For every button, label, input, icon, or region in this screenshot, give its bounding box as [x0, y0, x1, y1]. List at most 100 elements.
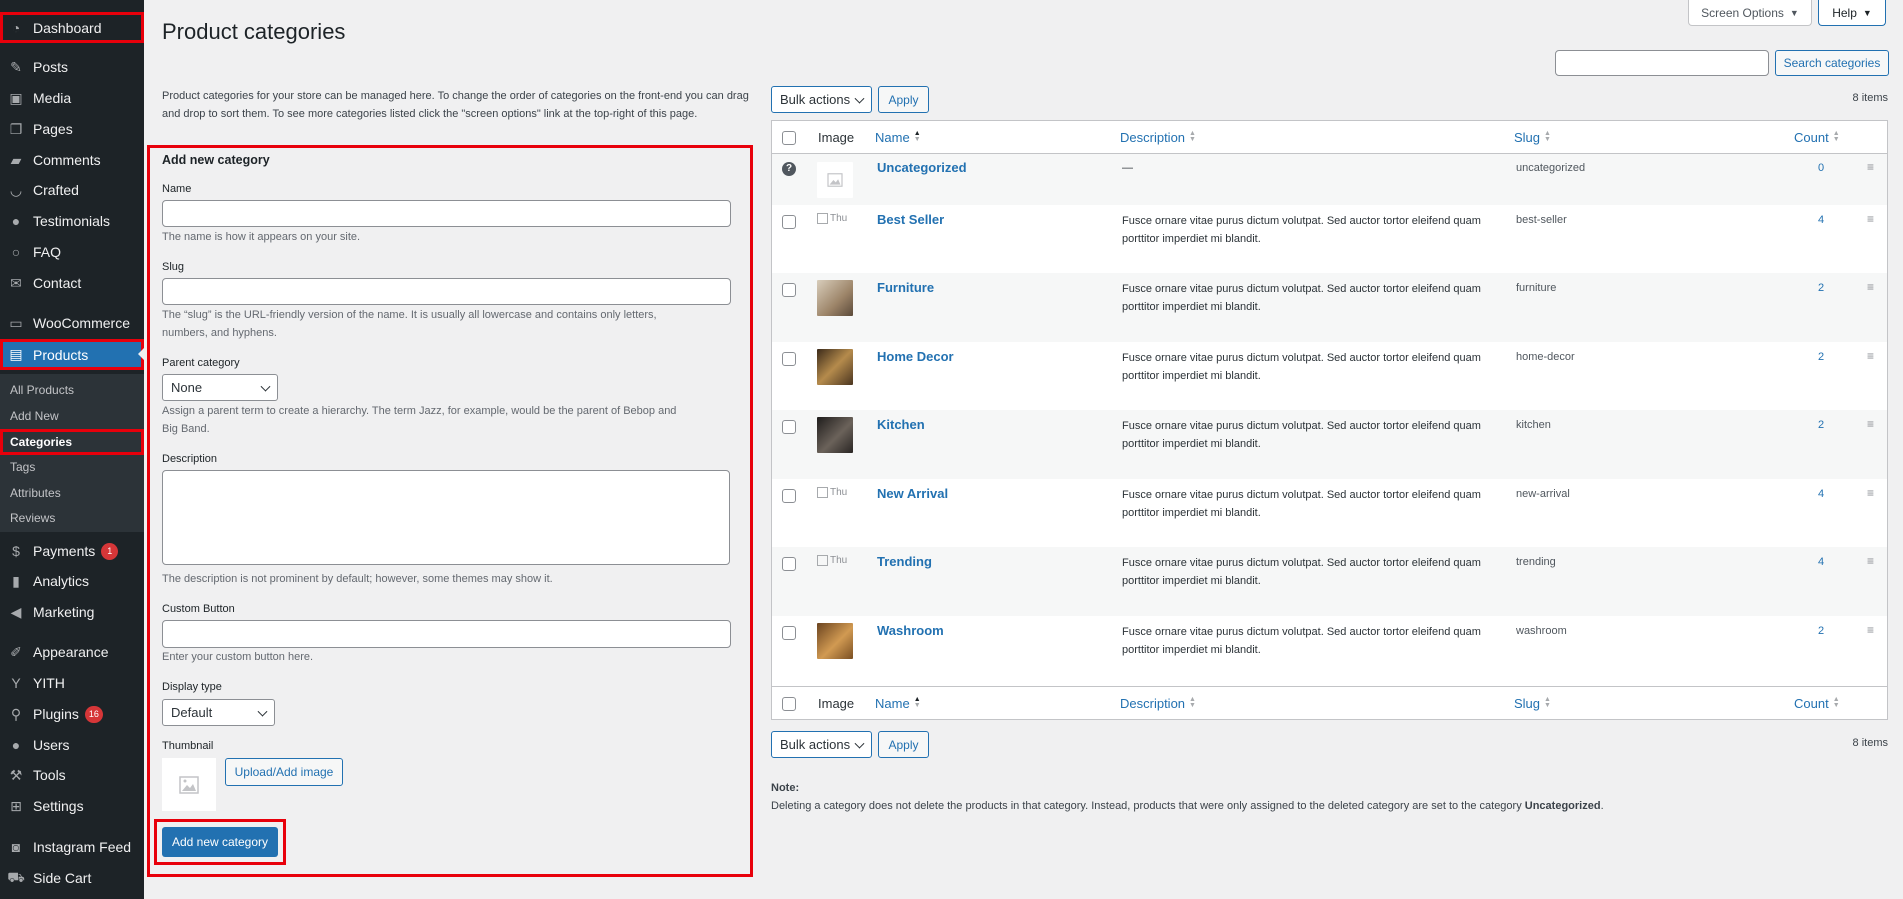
- drag-handle-icon[interactable]: ≡: [1867, 212, 1877, 226]
- menu-woocommerce[interactable]: ▭ WooCommerce: [0, 308, 144, 338]
- category-name-link[interactable]: New Arrival: [877, 486, 948, 501]
- submenu-tags[interactable]: Tags: [0, 455, 144, 479]
- submenu-attributes[interactable]: Attributes: [0, 481, 144, 505]
- menu-testimonials[interactable]: ● Testimonials: [0, 206, 144, 236]
- column-description-footer[interactable]: Description ▲ ▼: [1120, 694, 1196, 712]
- drag-handle-icon[interactable]: ≡: [1867, 417, 1877, 431]
- category-count-link[interactable]: 0: [1818, 162, 1824, 174]
- column-description-header[interactable]: Description ▲ ▼: [1120, 128, 1196, 146]
- select-all-checkbox[interactable]: [782, 131, 796, 145]
- column-count-header[interactable]: Count ▲ ▼: [1794, 128, 1840, 146]
- custom-button-input[interactable]: [162, 620, 731, 648]
- name-input[interactable]: [162, 200, 731, 227]
- category-count-link[interactable]: 4: [1818, 214, 1824, 226]
- category-count-link[interactable]: 4: [1818, 556, 1824, 568]
- crafted-icon: ◡: [9, 181, 23, 198]
- category-slug: furniture: [1516, 282, 1557, 294]
- menu-instagram-feed[interactable]: ◙ Instagram Feed: [0, 832, 144, 862]
- search-categories-button[interactable]: Search categories: [1775, 50, 1889, 76]
- row-checkbox[interactable]: [782, 352, 796, 366]
- menu-tools[interactable]: ⚒ Tools: [0, 760, 144, 790]
- woo-icon: ▭: [9, 314, 23, 331]
- slug-input[interactable]: [162, 278, 731, 305]
- slug-help-line-2: numbers, and hyphens.: [162, 327, 277, 339]
- menu-posts[interactable]: ✎ Posts: [0, 52, 144, 82]
- parent-category-select[interactable]: None: [162, 374, 278, 401]
- bulk-actions-select-top[interactable]: Bulk actions: [771, 86, 872, 113]
- category-count-link[interactable]: 2: [1818, 625, 1824, 637]
- menu-faq[interactable]: ○ FAQ: [0, 237, 144, 267]
- menu-media[interactable]: ▣ Media: [0, 83, 144, 113]
- category-name-link[interactable]: Best Seller: [877, 212, 944, 227]
- menu-users[interactable]: ● Users: [0, 730, 144, 760]
- row-checkbox[interactable]: [782, 283, 796, 297]
- description-textarea[interactable]: [162, 470, 730, 565]
- submenu-categories[interactable]: Categories: [0, 429, 144, 455]
- column-slug-footer[interactable]: Slug ▲ ▼: [1514, 694, 1551, 712]
- category-count-link[interactable]: 2: [1818, 351, 1824, 363]
- column-name-header[interactable]: Name ▲ ▼: [875, 128, 921, 146]
- upload-image-button[interactable]: Upload/Add image: [225, 758, 343, 786]
- category-name-link[interactable]: Furniture: [877, 280, 934, 295]
- menu-settings[interactable]: ⊞ Settings: [0, 791, 144, 821]
- category-name-link[interactable]: Home Decor: [877, 349, 954, 364]
- menu-products[interactable]: ▤ Products: [0, 339, 144, 370]
- cart-icon: ⛟: [7, 868, 25, 885]
- row-checkbox[interactable]: [782, 489, 796, 503]
- drag-handle-icon[interactable]: ≡: [1867, 554, 1877, 568]
- column-slug-header[interactable]: Slug ▲ ▼: [1514, 128, 1551, 146]
- menu-yith[interactable]: Y YITH: [0, 668, 144, 698]
- menu-comments[interactable]: ▰ Comments: [0, 145, 144, 175]
- search-input[interactable]: [1555, 50, 1769, 76]
- thumbnail-preview: [162, 758, 216, 811]
- category-count-link[interactable]: 2: [1818, 419, 1824, 431]
- bulk-actions-select-bottom[interactable]: Bulk actions: [771, 731, 872, 758]
- menu-side-cart[interactable]: ⛟ Side Cart: [0, 863, 144, 893]
- menu-contact[interactable]: ✉ Contact: [0, 268, 144, 298]
- display-type-select[interactable]: Default: [162, 699, 275, 726]
- select-all-checkbox-footer[interactable]: [782, 697, 796, 711]
- category-count-link[interactable]: 2: [1818, 282, 1824, 294]
- column-count-footer[interactable]: Count ▲ ▼: [1794, 694, 1840, 712]
- category-thumbnail: [817, 623, 853, 659]
- menu-payments[interactable]: $ Payments 1: [0, 536, 144, 566]
- submenu-all-products[interactable]: All Products: [0, 378, 144, 402]
- category-name-link[interactable]: Trending: [877, 554, 932, 569]
- row-checkbox[interactable]: [782, 215, 796, 229]
- screen-options-tab[interactable]: Screen Options ▼: [1688, 0, 1812, 26]
- drag-handle-icon[interactable]: ≡: [1867, 280, 1877, 294]
- row-checkbox[interactable]: [782, 420, 796, 434]
- row-checkbox[interactable]: [782, 626, 796, 640]
- add-new-category-button[interactable]: Add new category: [162, 827, 278, 857]
- apply-button-top[interactable]: Apply: [878, 86, 929, 113]
- user-icon: ●: [11, 213, 21, 229]
- menu-appearance[interactable]: ✐ Appearance: [0, 637, 144, 667]
- drag-handle-icon[interactable]: ≡: [1867, 349, 1877, 363]
- help-tab[interactable]: Help ▼: [1818, 0, 1886, 26]
- dollar-icon: $: [12, 543, 20, 559]
- category-count-link[interactable]: 4: [1818, 488, 1824, 500]
- category-name-link[interactable]: Uncategorized: [877, 160, 967, 175]
- category-name-link[interactable]: Washroom: [877, 623, 944, 638]
- current-menu-arrow: [138, 348, 144, 360]
- drag-handle-icon[interactable]: ≡: [1867, 623, 1877, 637]
- column-name-footer[interactable]: Name ▲ ▼: [875, 694, 921, 712]
- plugins-badge: 16: [84, 705, 103, 723]
- submenu-reviews[interactable]: Reviews: [0, 506, 144, 530]
- drag-handle-icon[interactable]: ≡: [1867, 486, 1877, 500]
- menu-crafted[interactable]: ◡ Crafted: [0, 175, 144, 205]
- category-description: Fusce ornare vitae purus dictum volutpat…: [1122, 489, 1481, 519]
- menu-analytics[interactable]: ▮ Analytics: [0, 566, 144, 596]
- menu-pages[interactable]: ❐ Pages: [0, 114, 144, 144]
- row-checkbox[interactable]: [782, 557, 796, 571]
- page-title: Product categories: [162, 19, 346, 44]
- column-image-footer: Image: [818, 695, 855, 711]
- submenu-add-new[interactable]: Add New: [0, 404, 144, 428]
- category-name-link[interactable]: Kitchen: [877, 417, 925, 432]
- category-thumbnail: [817, 162, 853, 198]
- menu-dashboard[interactable]: ◔ Dashboard: [0, 12, 144, 43]
- menu-marketing[interactable]: ◀ Marketing: [0, 597, 144, 627]
- menu-plugins[interactable]: ⚲ Plugins 16: [0, 699, 144, 729]
- apply-button-bottom[interactable]: Apply: [878, 731, 929, 758]
- drag-handle-icon[interactable]: ≡: [1867, 160, 1877, 174]
